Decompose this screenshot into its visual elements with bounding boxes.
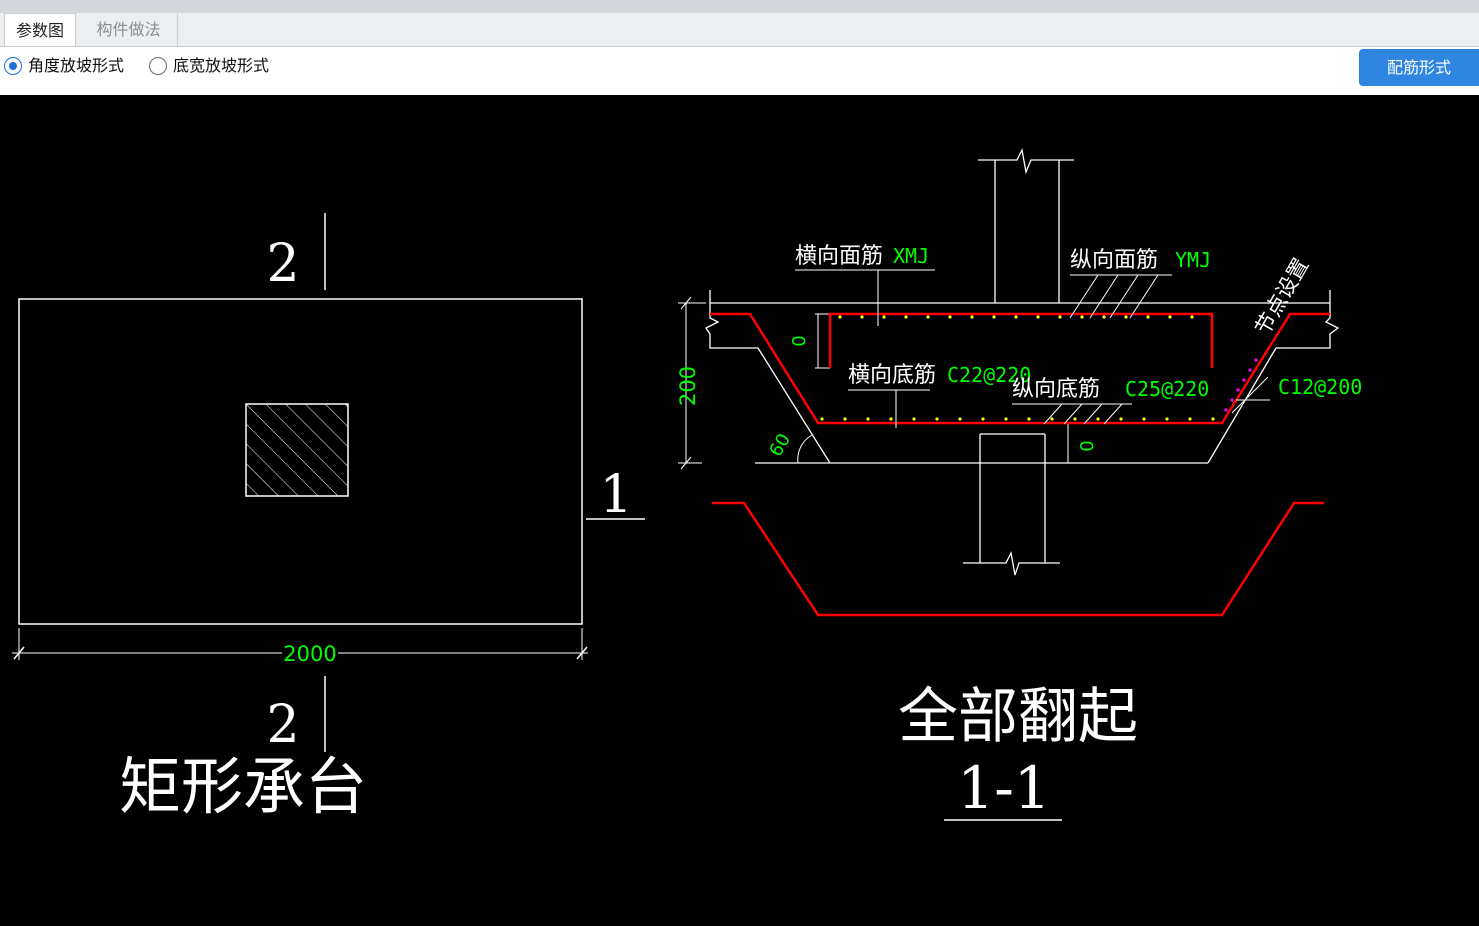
bottom-longitudinal-value[interactable]: C25@220: [1125, 377, 1209, 401]
tab-component-method[interactable]: 构件做法: [80, 13, 178, 46]
angle-slope-label[interactable]: 角度放坡形式: [28, 55, 124, 77]
top-cover-text[interactable]: 0: [789, 335, 810, 346]
height-dim-text[interactable]: 200: [676, 366, 700, 406]
top-transverse-label[interactable]: 横向面筋: [795, 244, 883, 269]
cad-drawing: 2 1 2 2000 矩形承台 200 60 0 0 横向面筋 XMJ 纵向面筋…: [12, 147, 1362, 823]
top-longitudinal-label[interactable]: 纵向面筋: [1070, 248, 1158, 273]
upper-column: [978, 147, 1074, 303]
bottom-cover-dimension: [1062, 422, 1075, 464]
section-view: 200 60 0 0 横向面筋 XMJ 纵向面筋 YMJ 节点设置 横向底筋 C…: [676, 147, 1362, 822]
angle-arc: [797, 434, 813, 464]
section-mark-right: 1: [599, 465, 632, 525]
tab-bar: 参数图 构件做法: [0, 13, 1479, 47]
section-title: 全部翻起: [898, 682, 1138, 752]
bottom-transverse-label[interactable]: 横向底筋: [848, 363, 936, 388]
side-rebar-value[interactable]: C12@200: [1278, 375, 1362, 399]
slope-angle-text[interactable]: 60: [765, 430, 795, 460]
lower-column: [963, 433, 1060, 576]
width-dimension: 2000: [12, 628, 588, 666]
rebar-shape-diagram[interactable]: [712, 501, 1324, 617]
width-dim-text[interactable]: 2000: [283, 642, 336, 666]
angle-slope-radio[interactable]: [4, 57, 22, 75]
bottom-cover-text[interactable]: 0: [1077, 440, 1098, 451]
top-rebar[interactable]: [828, 312, 1214, 368]
leader-lines: [795, 269, 1270, 428]
section-id: 1-1: [957, 754, 1050, 822]
plan-title: 矩形承台: [119, 750, 367, 823]
tab-parameter-diagram[interactable]: 参数图: [4, 13, 76, 46]
drawing-canvas: 2 1 2 2000 矩形承台 200 60 0 0 横向面筋 XMJ 纵向面筋…: [0, 95, 1479, 926]
column-hatch[interactable]: [245, 403, 349, 497]
options-toolbar: 角度放坡形式 底宽放坡形式 配筋形式: [0, 47, 1479, 95]
section-mark-top: 2: [266, 234, 299, 294]
top-transverse-value[interactable]: XMJ: [893, 244, 929, 268]
window-top-strip: [0, 0, 1479, 13]
rebar-form-button[interactable]: 配筋形式: [1359, 49, 1479, 86]
rebar-lines: [710, 312, 1330, 617]
section-mark-bottom: 2: [266, 695, 299, 755]
top-longitudinal-value[interactable]: YMJ: [1175, 248, 1211, 272]
top-cover-dimension: [815, 313, 830, 369]
bottom-longitudinal-label[interactable]: 纵向底筋: [1012, 377, 1100, 402]
plan-view: 2 1 2 2000 矩形承台: [12, 213, 645, 823]
base-width-slope-label[interactable]: 底宽放坡形式: [173, 55, 269, 77]
base-width-slope-radio[interactable]: [149, 57, 167, 75]
